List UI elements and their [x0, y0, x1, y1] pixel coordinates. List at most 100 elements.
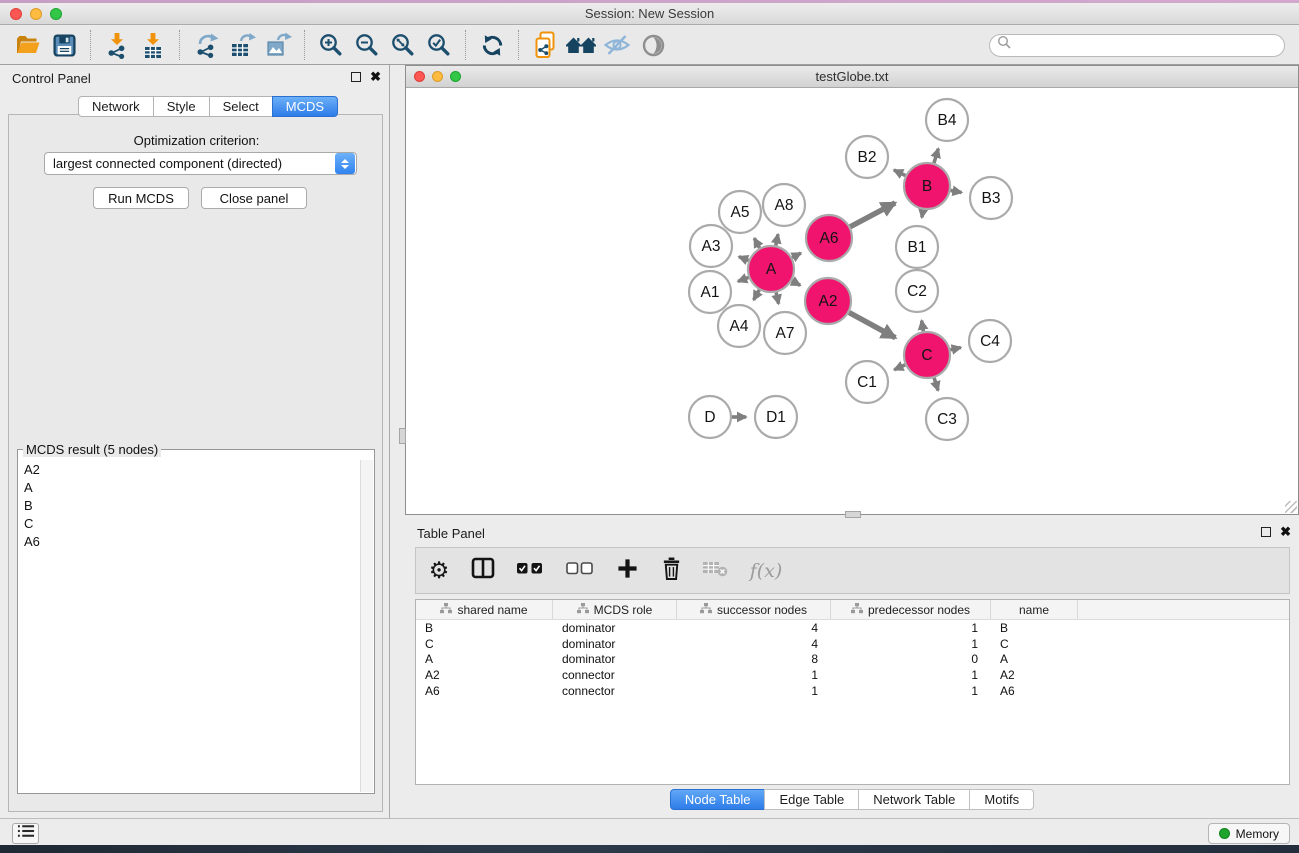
result-item-A2[interactable]: A2 — [19, 460, 359, 478]
search-input[interactable] — [1012, 38, 1262, 52]
graph-node-C[interactable]: C — [904, 332, 950, 378]
graph-node-B1[interactable]: B1 — [896, 226, 938, 268]
tab-style[interactable]: Style — [153, 96, 210, 117]
column-header-name[interactable]: name — [991, 600, 1078, 619]
save-session-button[interactable] — [46, 29, 82, 61]
tab-node-table[interactable]: Node Table — [670, 789, 766, 810]
graph-node-A7[interactable]: A7 — [764, 312, 806, 354]
hide-selected-button[interactable] — [599, 29, 635, 61]
run-mcds-button[interactable]: Run MCDS — [93, 187, 189, 209]
graph-node-A1[interactable]: A1 — [689, 271, 731, 313]
apply-layout-button[interactable] — [474, 29, 510, 61]
graph-edge-A-A8[interactable] — [776, 234, 778, 245]
tab-select[interactable]: Select — [209, 96, 273, 117]
table-row[interactable]: Adominator80A — [416, 651, 1289, 667]
graph-edge-A6-B[interactable] — [850, 203, 895, 227]
graph-edge-C-C2[interactable] — [922, 321, 924, 332]
search-field[interactable] — [989, 34, 1285, 57]
import-table-button[interactable] — [135, 29, 171, 61]
float-panel-icon[interactable] — [1261, 527, 1271, 537]
show-selected-button[interactable] — [635, 29, 671, 61]
home-button[interactable] — [563, 29, 599, 61]
zoom-out-button[interactable] — [349, 29, 385, 61]
graph-node-B3[interactable]: B3 — [970, 177, 1012, 219]
graph-node-A[interactable]: A — [748, 246, 794, 292]
tab-motifs[interactable]: Motifs — [969, 789, 1034, 810]
add-column-button[interactable] — [612, 554, 642, 588]
graph-edge-A-A1[interactable] — [738, 277, 749, 281]
window-resize-grip[interactable] — [1285, 501, 1297, 513]
table-row[interactable]: A2connector11A2 — [416, 667, 1289, 683]
result-scrollbar[interactable] — [360, 460, 373, 792]
graph-edge-B-B1[interactable] — [922, 210, 923, 218]
export-network-button[interactable] — [188, 29, 224, 61]
column-header-MCDS-role[interactable]: MCDS role — [553, 600, 677, 619]
show-columns-button[interactable] — [468, 554, 498, 588]
graph-node-B2[interactable]: B2 — [846, 136, 888, 178]
graph-edge-A2-C[interactable] — [849, 312, 895, 337]
table-row[interactable]: Cdominator41C — [416, 636, 1289, 652]
memory-button[interactable]: Memory — [1208, 823, 1290, 844]
graph-node-A2[interactable]: A2 — [805, 278, 851, 324]
tab-network-table[interactable]: Network Table — [858, 789, 970, 810]
graph-node-A3[interactable]: A3 — [690, 225, 732, 267]
result-item-C[interactable]: C — [19, 514, 359, 532]
close-panel-icon[interactable]: ✖ — [370, 71, 381, 82]
close-panel-button[interactable]: Close panel — [201, 187, 307, 209]
graph-edge-A-A5[interactable] — [754, 238, 759, 248]
horizontal-splitter-handle[interactable] — [845, 511, 861, 518]
graph-node-C1[interactable]: C1 — [846, 361, 888, 403]
tab-network[interactable]: Network — [78, 96, 154, 117]
export-table-button[interactable] — [224, 29, 260, 61]
graph-node-C4[interactable]: C4 — [969, 320, 1011, 362]
graph-edge-A-A7[interactable] — [776, 292, 778, 303]
delete-column-button[interactable] — [656, 554, 686, 588]
zoom-in-button[interactable] — [313, 29, 349, 61]
table-row[interactable]: A6connector11A6 — [416, 683, 1289, 699]
criterion-dropdown[interactable]: largest connected component (directed) — [44, 152, 357, 175]
deselect-all-button[interactable] — [562, 554, 598, 588]
function-builder-button[interactable]: f(x) — [744, 554, 788, 588]
open-recent-session-button[interactable] — [527, 29, 563, 61]
result-item-A[interactable]: A — [19, 478, 359, 496]
graph-node-A4[interactable]: A4 — [718, 305, 760, 347]
float-panel-icon[interactable] — [351, 72, 361, 82]
graph-node-A5[interactable]: A5 — [719, 191, 761, 233]
graph-node-C2[interactable]: C2 — [896, 270, 938, 312]
zoom-fit-button[interactable] — [385, 29, 421, 61]
graph-node-C3[interactable]: C3 — [926, 398, 968, 440]
delete-table-button[interactable] — [700, 554, 730, 588]
vertical-splitter-handle[interactable] — [399, 428, 406, 444]
graph-node-D1[interactable]: D1 — [755, 396, 797, 438]
result-item-A6[interactable]: A6 — [19, 532, 359, 550]
table-settings-button[interactable]: ⚙ — [424, 554, 454, 588]
column-header-predecessor-nodes[interactable]: predecessor nodes — [831, 600, 991, 619]
column-header-shared-name[interactable]: shared name — [416, 600, 553, 619]
graph-node-B4[interactable]: B4 — [926, 99, 968, 141]
network-window-titlebar[interactable]: testGlobe.txt — [406, 66, 1298, 88]
graph-edge-C-C1[interactable] — [894, 365, 905, 370]
graph-edge-C-C4[interactable] — [950, 347, 960, 349]
graph-node-B[interactable]: B — [904, 163, 950, 209]
graph-node-A6[interactable]: A6 — [806, 215, 852, 261]
graph-edge-B-B3[interactable] — [951, 190, 962, 192]
mcds-result-list[interactable]: A2ABCA6 — [19, 460, 359, 792]
select-all-button[interactable] — [512, 554, 548, 588]
tab-edge-table[interactable]: Edge Table — [764, 789, 859, 810]
open-session-button[interactable] — [10, 29, 46, 61]
graph-edge-A-A4[interactable] — [754, 290, 760, 300]
export-image-button[interactable] — [260, 29, 296, 61]
graph-edge-A-A6[interactable] — [792, 253, 801, 258]
graph-node-A8[interactable]: A8 — [763, 184, 805, 226]
graph-edge-C-C3[interactable] — [934, 378, 938, 391]
close-panel-icon[interactable]: ✖ — [1280, 526, 1291, 537]
zoom-selected-button[interactable] — [421, 29, 457, 61]
graph-edge-A-A2[interactable] — [792, 281, 800, 286]
show-panels-button[interactable] — [12, 823, 39, 844]
graph-node-D[interactable]: D — [689, 396, 731, 438]
result-item-B[interactable]: B — [19, 496, 359, 514]
graph-edge-B-B2[interactable] — [894, 170, 905, 176]
tab-mcds[interactable]: MCDS — [272, 96, 338, 117]
column-header-successor-nodes[interactable]: successor nodes — [677, 600, 831, 619]
table-row[interactable]: Bdominator41B — [416, 620, 1289, 636]
